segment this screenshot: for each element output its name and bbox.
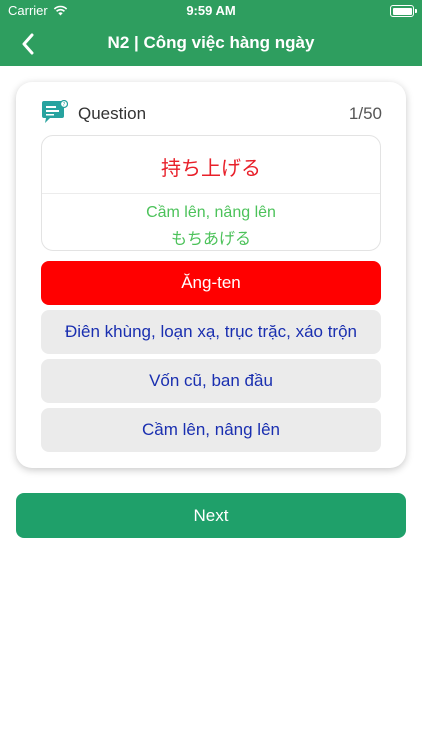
question-header: ? Question 1/50 xyxy=(40,100,382,126)
page-title: N2 | Công việc hàng ngày xyxy=(107,33,315,52)
question-meaning: Cầm lên, nâng lên xyxy=(146,204,276,221)
svg-text:?: ? xyxy=(63,102,66,108)
answer-option-1[interactable]: Ăng-ten xyxy=(41,261,381,305)
question-box: 持ち上げる Cầm lên, nâng lên もちあげる xyxy=(41,135,381,251)
next-button[interactable]: Next xyxy=(16,493,406,538)
battery-icon xyxy=(390,5,417,17)
chat-bubble-icon: ? xyxy=(42,100,68,123)
question-card: ? Question 1/50 持ち上げる Cầm lên, nâng lên … xyxy=(16,82,406,468)
question-reading: もちあげる xyxy=(170,229,251,248)
question-term: 持ち上げる xyxy=(161,156,261,180)
answer-option-3[interactable]: Vốn cũ, ban đầu xyxy=(41,359,381,403)
status-bar: Carrier 9:59 AM xyxy=(0,0,422,22)
status-time: 9:59 AM xyxy=(186,3,236,18)
question-label: Question xyxy=(78,104,147,123)
answer-option-2[interactable]: Điên khùng, loạn xạ, trục trặc, xáo trộn xyxy=(41,310,381,354)
divider xyxy=(42,193,380,194)
nav-bar: N2 | Công việc hàng ngày xyxy=(0,22,422,66)
answer-option-4[interactable]: Cầm lên, nâng lên xyxy=(41,408,381,452)
question-counter: 1/50 xyxy=(348,104,382,123)
